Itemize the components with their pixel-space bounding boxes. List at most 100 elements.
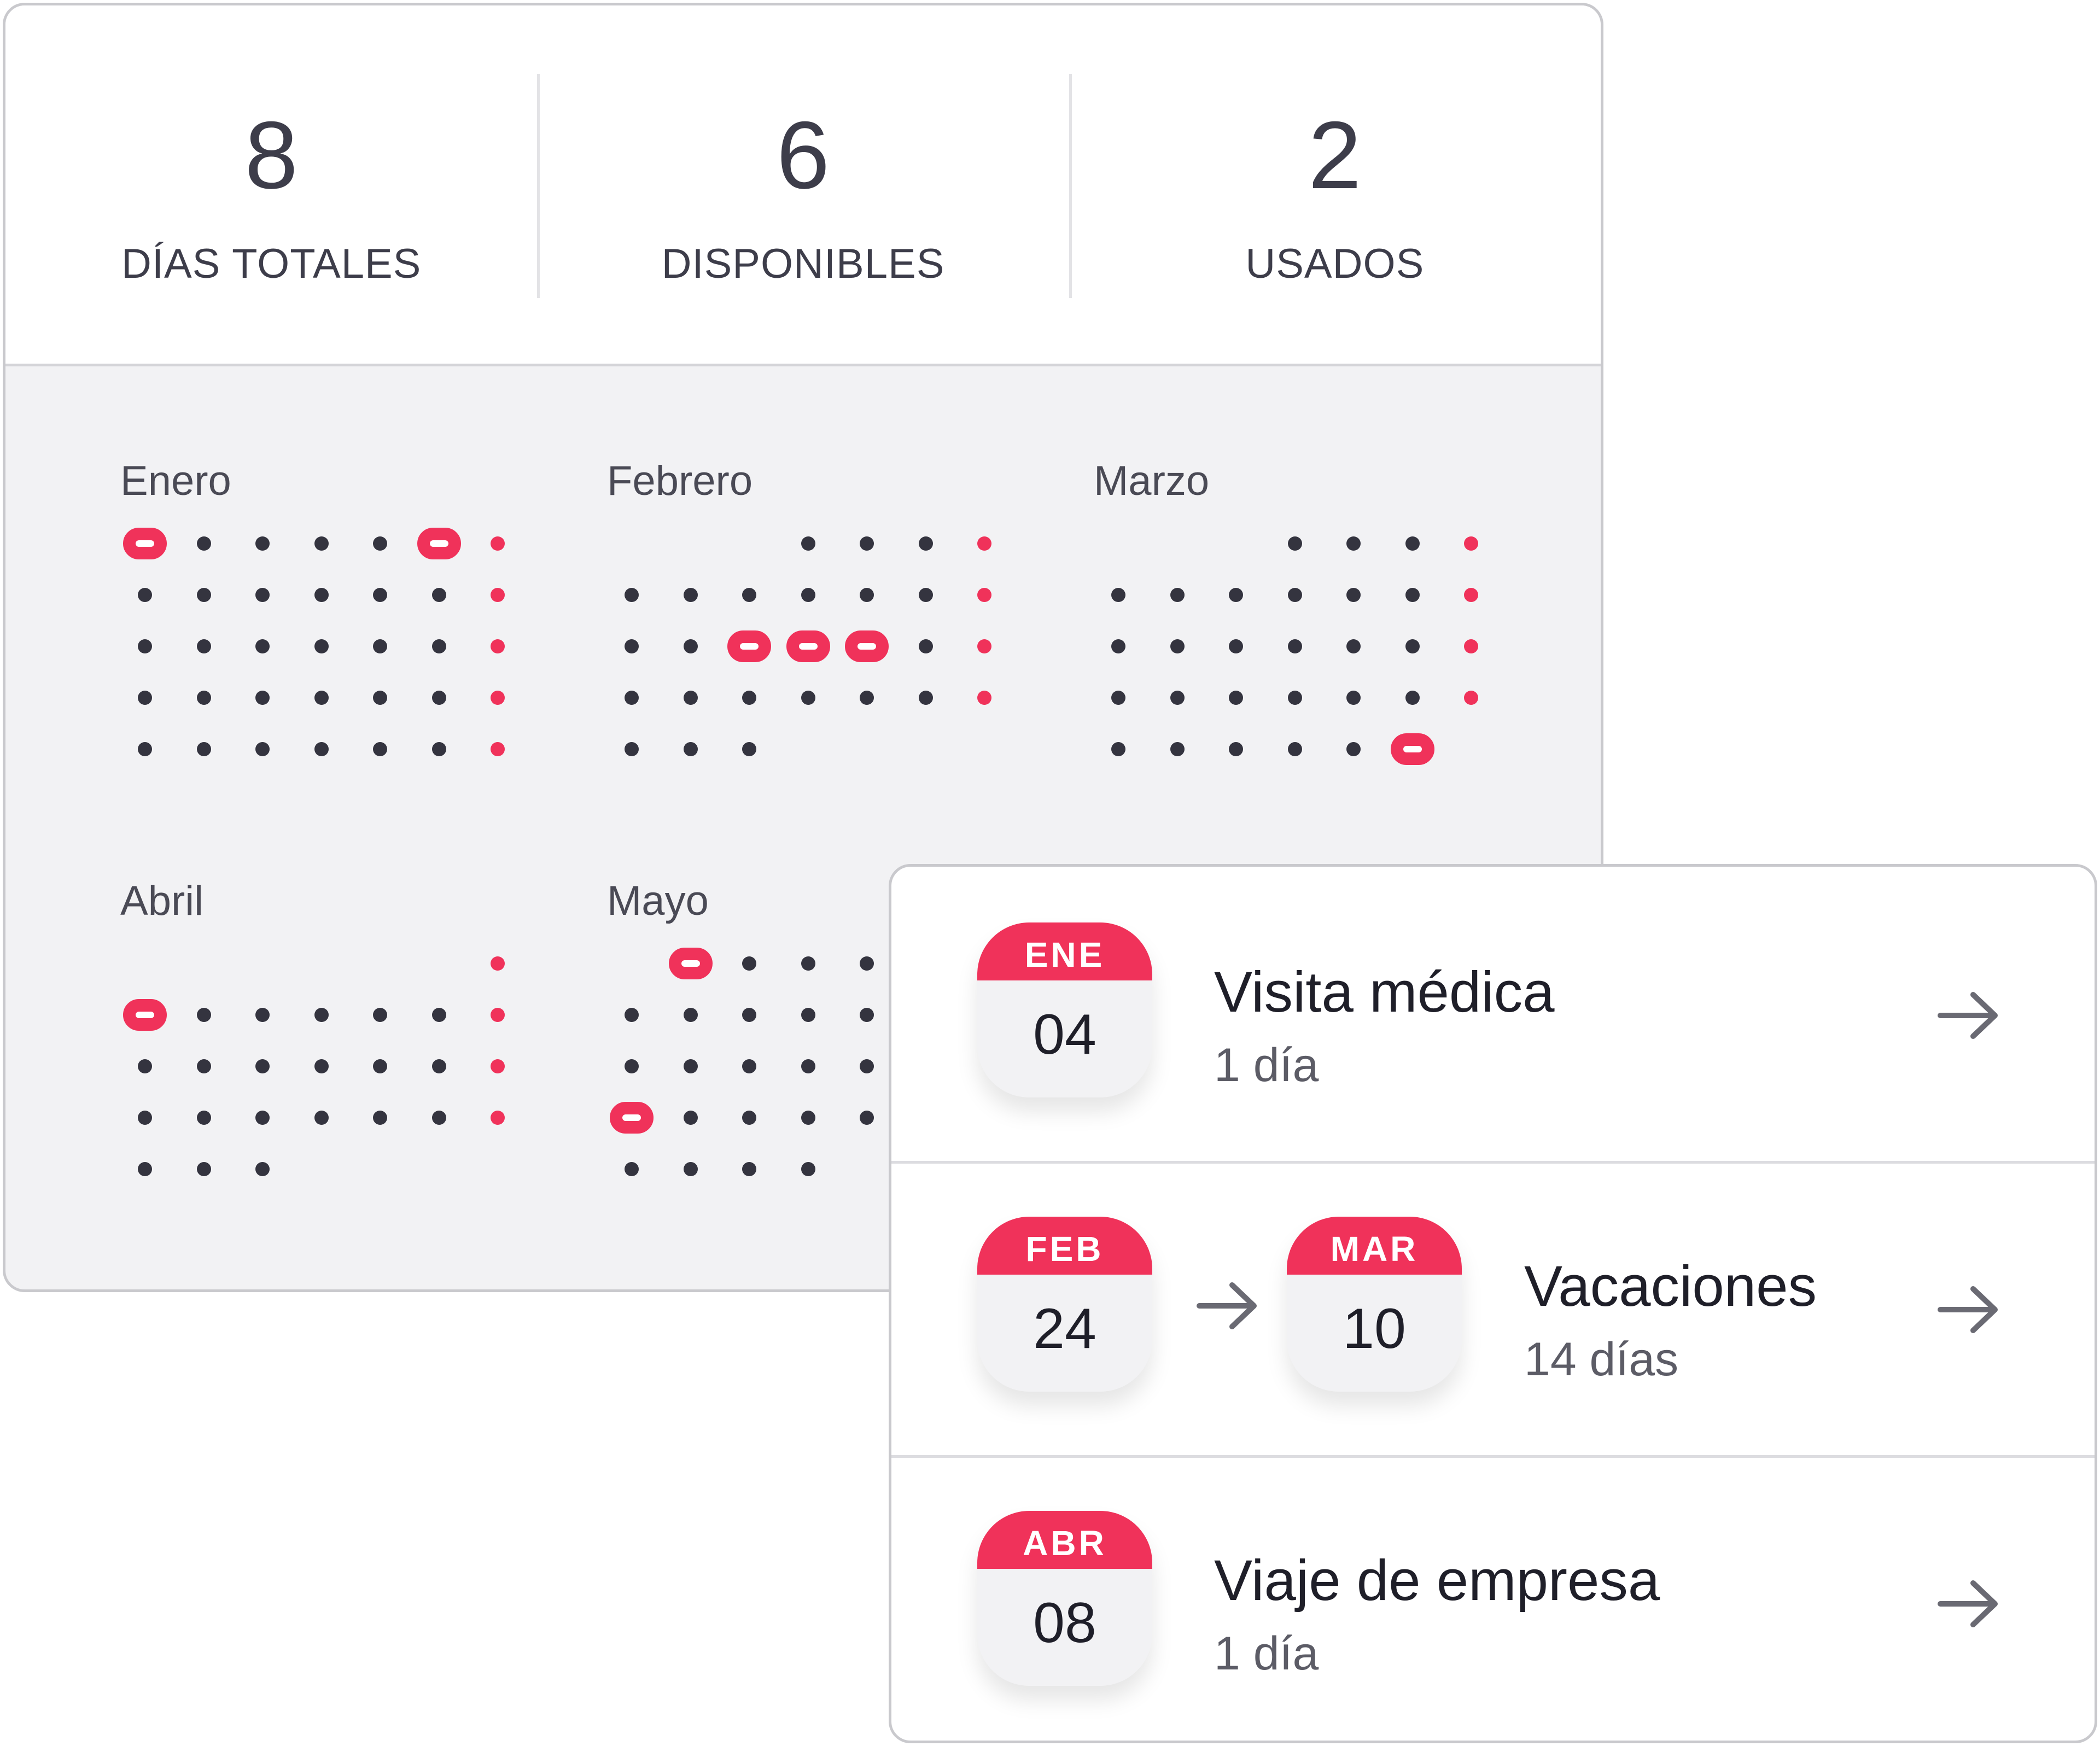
event-duration: 1 día	[1214, 1039, 1319, 1091]
day-dot	[1405, 639, 1420, 653]
day-dot	[255, 588, 270, 602]
list-item-viaje-de-empresa[interactable]: ABR 08 Viaje de empresa 1 día	[891, 1455, 2095, 1741]
date-badge-start: ENE 04	[977, 922, 1152, 1097]
day-dot	[255, 1008, 270, 1022]
day-dot	[683, 1162, 698, 1176]
day-dot	[373, 1008, 387, 1022]
badge-month: ENE	[977, 922, 1152, 980]
badge-day: 04	[1033, 1003, 1096, 1066]
day-dot-weekend	[491, 691, 505, 705]
day-dot	[373, 536, 387, 551]
arrow-right-icon[interactable]	[1936, 1576, 2002, 1631]
day-dot	[373, 1111, 387, 1125]
day-dot	[1346, 691, 1361, 705]
badge-month: ABR	[977, 1511, 1152, 1569]
day-dot	[255, 1111, 270, 1125]
day-dot	[801, 1059, 815, 1073]
day-dot	[314, 691, 329, 705]
day-dot	[742, 588, 756, 602]
badge-month: MAR	[1287, 1217, 1462, 1275]
stat-available-value: 6	[776, 102, 830, 209]
day-dot	[1170, 588, 1185, 602]
day-dot	[1170, 639, 1185, 653]
badge-day: 24	[1033, 1297, 1096, 1360]
arrow-right-icon[interactable]	[1936, 988, 2002, 1043]
day-dot	[196, 1111, 211, 1125]
day-dot-leave	[417, 528, 461, 559]
day-dot	[683, 742, 698, 756]
day-dot-leave	[786, 630, 830, 662]
day-dot	[314, 536, 329, 551]
day-dot	[373, 588, 387, 602]
day-dot	[138, 588, 152, 602]
day-dot	[860, 1059, 874, 1073]
day-dot	[196, 742, 211, 756]
day-dot-weekend	[491, 639, 505, 653]
month-name: Abril	[120, 878, 204, 924]
day-dot	[801, 1162, 815, 1176]
day-dot	[625, 1008, 639, 1022]
day-dot	[918, 588, 933, 602]
day-dot	[625, 1059, 639, 1073]
date-badge-end: MAR 10	[1287, 1217, 1462, 1392]
day-dot	[431, 1111, 446, 1125]
day-dot	[683, 1059, 698, 1073]
list-item-visita-medica[interactable]: ENE 04 Visita médica 1 día	[891, 867, 2095, 1161]
day-dot	[918, 691, 933, 705]
stat-used: 2 USADOS	[1069, 5, 1601, 364]
stat-available-label: DISPONIBLES	[661, 241, 945, 287]
day-dot	[431, 742, 446, 756]
day-dot	[314, 1111, 329, 1125]
day-dot	[742, 1059, 756, 1073]
day-dot-weekend	[491, 1059, 505, 1073]
day-dot	[138, 742, 152, 756]
day-dot	[1287, 639, 1302, 653]
day-dot	[1229, 742, 1243, 756]
day-dot-leave	[610, 1102, 654, 1134]
arrow-right-icon[interactable]	[1936, 1282, 2002, 1337]
day-dot	[918, 536, 933, 551]
day-dot	[742, 691, 756, 705]
list-item-vacaciones[interactable]: FEB 24 MAR 10 Vacaciones 14 días	[891, 1161, 2095, 1458]
day-dot	[1287, 588, 1302, 602]
day-dot-leave	[727, 630, 771, 662]
day-dot	[314, 1059, 329, 1073]
event-duration: 14 días	[1524, 1333, 1679, 1386]
day-dot	[138, 639, 152, 653]
day-dot	[683, 1111, 698, 1125]
stat-total-days-value: 8	[244, 102, 298, 209]
day-dot	[255, 742, 270, 756]
day-dot	[1405, 588, 1420, 602]
day-dot	[431, 588, 446, 602]
stat-used-value: 2	[1308, 102, 1362, 209]
day-dot-weekend	[491, 742, 505, 756]
day-dot	[373, 742, 387, 756]
day-dot	[255, 536, 270, 551]
day-dot	[683, 691, 698, 705]
day-dot	[196, 1059, 211, 1073]
day-dot	[742, 956, 756, 971]
day-dot	[138, 1111, 152, 1125]
day-dot-weekend	[491, 536, 505, 551]
day-dot	[1405, 536, 1420, 551]
day-dot-weekend	[491, 956, 505, 971]
day-dot	[196, 1162, 211, 1176]
day-dot	[860, 1008, 874, 1022]
day-dot	[625, 588, 639, 602]
day-dot	[742, 1162, 756, 1176]
day-dot	[431, 1059, 446, 1073]
day-dot	[625, 639, 639, 653]
day-dot	[1111, 639, 1125, 653]
day-dot	[801, 956, 815, 971]
day-dot	[1229, 639, 1243, 653]
day-dot	[196, 1008, 211, 1022]
event-duration: 1 día	[1214, 1627, 1319, 1680]
day-dot-leave	[845, 630, 889, 662]
day-dot	[860, 1111, 874, 1125]
day-dot	[860, 956, 874, 971]
day-dot	[431, 639, 446, 653]
day-dot-weekend	[977, 588, 991, 602]
day-dot	[1170, 742, 1185, 756]
day-dot-weekend	[977, 536, 991, 551]
day-dot-leave	[123, 999, 167, 1031]
